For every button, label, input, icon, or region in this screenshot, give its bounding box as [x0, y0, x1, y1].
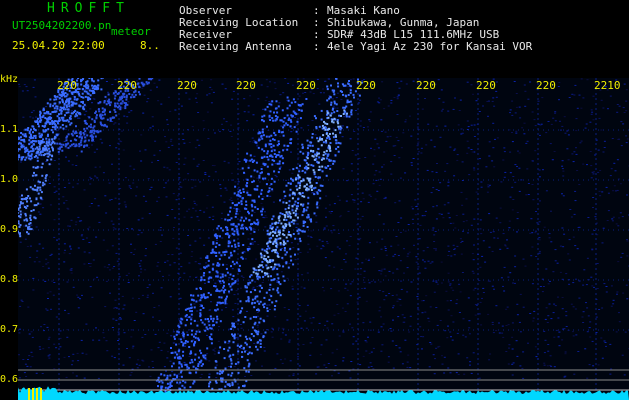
y-tick-label: 0.8 — [0, 274, 19, 285]
x-tick-label: 220 — [236, 79, 256, 92]
spectrogram-plot — [18, 78, 629, 400]
antenna-label: Receiving Antenna — [179, 40, 292, 53]
header-panel: HROFFT UT2504202200.pn meteor 25.04.20 2… — [0, 0, 629, 75]
y-tick-label: 1.1 — [0, 124, 19, 135]
file-tag: meteor — [111, 25, 151, 38]
x-tick-label: 220 — [536, 79, 556, 92]
y-tick-label: 0.6 — [0, 374, 19, 385]
signal-spike — [28, 388, 30, 400]
signal-strength-trace — [18, 386, 629, 400]
x-tick-label: 220 — [356, 79, 376, 92]
y-tick-label: 0.9 — [0, 224, 19, 235]
x-tick-label: 2210 — [594, 79, 621, 92]
signal-spike — [32, 388, 34, 400]
signal-spike — [40, 388, 42, 400]
signal-spike — [36, 388, 38, 400]
y-tick-label: 0.7 — [0, 324, 19, 335]
file-name: UT2504202200.pn — [12, 19, 112, 32]
y-tick-label: 1.0 — [0, 174, 19, 185]
x-tick-label: 220 — [476, 79, 496, 92]
x-tick-label: 220 — [296, 79, 316, 92]
x-tick-label: 220 — [57, 79, 77, 92]
app-title: HROFFT — [47, 1, 130, 16]
date-time: 25.04.20 22:00 — [12, 39, 105, 52]
x-tick-label: 220 — [117, 79, 137, 92]
x-tick-label: 220 — [416, 79, 436, 92]
antenna-sep: : — [313, 40, 320, 53]
spectrogram-canvas — [18, 78, 629, 400]
x-tick-label: 220 — [177, 79, 197, 92]
antenna-value: 4ele Yagi Az 230 for Kansai VOR — [327, 40, 533, 53]
y-axis-unit: kHz — [0, 74, 19, 85]
date-extra: 8.. — [140, 39, 160, 52]
